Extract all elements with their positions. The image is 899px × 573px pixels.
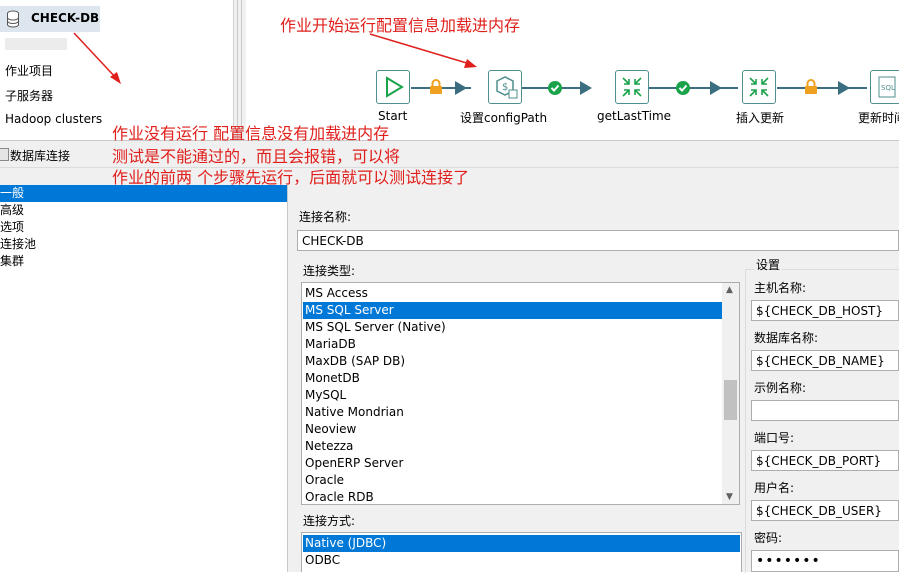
dialog-title: 数据库连接 [10,149,71,163]
nav-item-options[interactable]: 选项 [0,219,287,236]
password-input[interactable]: ••••••• [751,550,899,572]
list-item[interactable]: MS SQL Server (Native) [303,319,722,336]
access-type-label: 连接方式: [303,514,356,528]
list-item[interactable]: MaxDB (SAP DB) [303,353,722,370]
host-label: 主机名称: [754,281,807,295]
connection-type-list[interactable]: MS Access MS SQL Server MS SQL Server (N… [301,282,740,505]
connection-type-label: 连接类型: [303,264,356,278]
database-connection-dialog: 数据库连接 一般 高级 选项 连接池 集群 连接名称: CHECK-DB 连接类… [0,140,899,573]
database-name-label: 数据库名称: [754,331,819,345]
list-item[interactable]: Oracle RDB [303,489,722,504]
instance-name-label: 示例名称: [754,381,807,395]
list-item-selected[interactable]: MS SQL Server [303,302,722,319]
list-item[interactable]: Netezza [303,438,722,455]
nav-item-label: 连接池 [0,237,37,251]
nav-item-label: 一般 [0,186,25,200]
database-name-input[interactable]: ${CHECK_DB_NAME} [751,350,899,371]
username-input[interactable]: ${CHECK_DB_USER} [751,500,899,521]
nav-item-label: 集群 [0,254,25,268]
scrollbar-thumb[interactable] [724,380,737,420]
list-item[interactable]: MS Access [303,285,722,302]
nav-item-label: 选项 [0,220,25,234]
dialog-nav: 一般 高级 选项 连接池 集群 [0,185,288,572]
list-item[interactable]: Native Mondrian [303,404,722,421]
port-input[interactable]: ${CHECK_DB_PORT} [751,450,899,471]
nav-item-advanced[interactable]: 高级 [0,202,287,219]
list-item[interactable]: MySQL [303,387,722,404]
list-item[interactable]: OpenERP Server [303,455,722,472]
list-item[interactable]: Neoview [303,421,722,438]
settings-group-label: 设置 [754,256,783,273]
dialog-icon [0,148,9,161]
list-item[interactable]: ODBC [303,552,740,569]
list-item[interactable]: MonetDB [303,370,722,387]
instance-name-input[interactable] [751,400,899,421]
general-form: 连接名称: CHECK-DB 连接类型: MS Access MS SQL Se… [288,169,899,573]
nav-item-pooling[interactable]: 连接池 [0,236,287,253]
port-label: 端口号: [754,431,795,445]
scroll-up-icon[interactable]: ▲ [726,285,733,295]
username-label: 用户名: [754,481,795,495]
list-item[interactable]: Oracle [303,472,722,489]
list-item-selected[interactable]: Native (JDBC) [303,535,740,552]
list-item[interactable]: MariaDB [303,336,722,353]
nav-item-label: 高级 [0,203,25,217]
host-input[interactable]: ${CHECK_DB_HOST} [751,300,899,321]
list-scrollbar[interactable]: ▲ ▼ [722,283,739,504]
nav-item-clustering[interactable]: 集群 [0,253,287,270]
access-type-list[interactable]: Native (JDBC) ODBC [301,532,742,572]
connection-name-input[interactable]: CHECK-DB [297,230,899,251]
annotation-line-3: 作业的前两 个步骤先运行，后面就可以测试连接了 [112,168,470,187]
password-label: 密码: [754,531,783,545]
connection-name-label: 连接名称: [299,210,352,224]
annotation-arrows [73,32,477,84]
scroll-down-icon[interactable]: ▼ [726,492,733,502]
